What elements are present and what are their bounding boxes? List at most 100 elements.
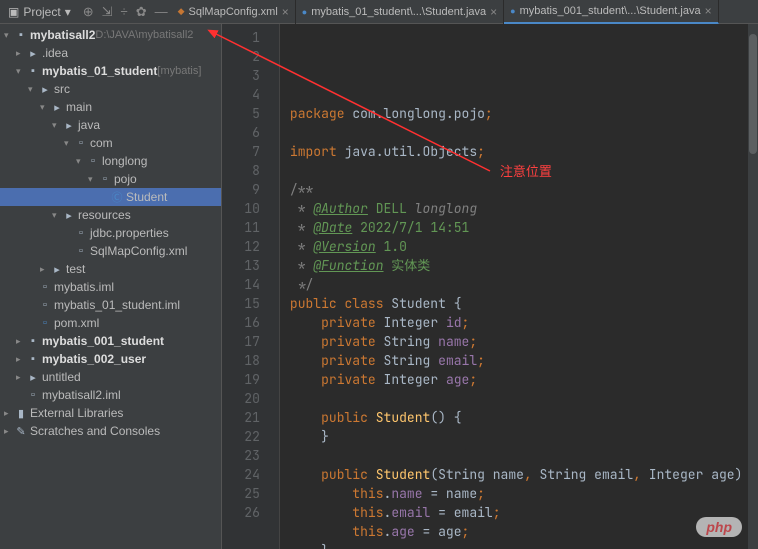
collapse-icon[interactable]: ÷ [121, 4, 128, 20]
project-icon: ▣ [8, 5, 19, 19]
tree-item[interactable]: ▾▫longlong [0, 152, 221, 170]
tree-label: java [78, 118, 100, 132]
module-icon: ▪ [26, 65, 40, 77]
code-line[interactable]: package com.longlong.pojo; [290, 104, 758, 123]
code-line[interactable]: /** [290, 180, 758, 199]
expand-icon[interactable]: ⇲ [102, 4, 113, 20]
chevron-icon[interactable]: ▾ [76, 156, 86, 167]
project-sidebar[interactable]: ▾▪mybatisall2 D:\JAVA\mybatisall2▸▸.idea… [0, 24, 222, 549]
folder-icon: ▸ [50, 263, 64, 276]
pkg-icon: ▫ [74, 137, 88, 149]
line-gutter: 1234567891011121314151617181920212223242… [222, 24, 268, 549]
tree-label: resources [78, 208, 131, 222]
chevron-icon[interactable]: ▾ [4, 30, 14, 41]
tree-item[interactable]: ▾▪mybatisall2 D:\JAVA\mybatisall2 [0, 26, 221, 44]
chevron-icon[interactable]: ▸ [4, 426, 14, 437]
tree-item[interactable]: ▫pom.xml [0, 314, 221, 332]
code-line[interactable]: this.email = email; [290, 503, 758, 522]
code-line[interactable]: * @Version 1.0 [290, 237, 758, 256]
code-line[interactable]: public Student(String name, String email… [290, 465, 758, 484]
tree-item[interactable]: ▫jdbc.properties [0, 224, 221, 242]
fold-gutter[interactable] [268, 24, 280, 549]
tree-item[interactable]: ▸▸.idea [0, 44, 221, 62]
code-line[interactable]: } [290, 541, 758, 549]
code-area[interactable]: 注意位置 package com.longlong.pojo; import j… [280, 24, 758, 549]
chevron-icon[interactable]: ▾ [28, 84, 38, 95]
pkg-icon: ▫ [98, 173, 112, 185]
code-line[interactable]: * @Function 实体类 [290, 256, 758, 275]
tree-item[interactable]: ▾▫com [0, 134, 221, 152]
main-area: ▾▪mybatisall2 D:\JAVA\mybatisall2▸▸.idea… [0, 24, 758, 549]
code-line[interactable]: */ [290, 275, 758, 294]
vertical-scrollbar[interactable] [748, 24, 758, 549]
tree-item[interactable]: ▸▮External Libraries [0, 404, 221, 422]
code-line[interactable]: } [290, 427, 758, 446]
tree-item[interactable]: ▫mybatisall2.iml [0, 386, 221, 404]
code-line[interactable]: public class Student { [290, 294, 758, 313]
tree-item[interactable]: ▸▪mybatis_002_user [0, 350, 221, 368]
tree-item[interactable]: ▾▸java [0, 116, 221, 134]
code-line[interactable]: private String email; [290, 351, 758, 370]
tab-label: SqlMapConfig.xml [189, 6, 278, 18]
code-line[interactable] [290, 389, 758, 408]
code-line[interactable]: private Integer id; [290, 313, 758, 332]
close-icon[interactable]: × [705, 4, 712, 18]
tree-item[interactable]: ▫mybatis.iml [0, 278, 221, 296]
chevron-icon[interactable]: ▸ [4, 408, 14, 419]
code-line[interactable]: import java.util.Objects; [290, 142, 758, 161]
code-line[interactable]: public Student() { [290, 408, 758, 427]
tree-item[interactable]: ▸▸untitled [0, 368, 221, 386]
tree-item[interactable]: ▫SqlMapConfig.xml [0, 242, 221, 260]
chevron-icon[interactable]: ▾ [64, 138, 74, 149]
chevron-icon[interactable]: ▾ [52, 120, 62, 131]
tree-item[interactable]: ▾▸resources [0, 206, 221, 224]
tree-item[interactable]: ⒸStudent [0, 188, 221, 206]
line-number: 25 [222, 484, 260, 503]
tree-item[interactable]: ▾▪mybatis_01_student [mybatis] [0, 62, 221, 80]
chevron-icon[interactable]: ▸ [16, 354, 26, 365]
annotation-text: 注意位置 [500, 162, 552, 181]
code-line[interactable] [290, 446, 758, 465]
chevron-icon[interactable]: ▾ [16, 66, 26, 77]
chevron-icon[interactable]: ▸ [16, 48, 26, 59]
chevron-icon[interactable]: ▸ [16, 372, 26, 383]
close-icon[interactable]: × [282, 5, 289, 19]
code-line[interactable]: * @Date 2022/7/1 14:51 [290, 218, 758, 237]
select-opened-icon[interactable]: ⊕ [83, 4, 94, 20]
tree-item[interactable]: ▸▪mybatis_001_student [0, 332, 221, 350]
project-dropdown[interactable]: ▣ Project ▾ [0, 5, 79, 19]
tree-item[interactable]: ▾▫pojo [0, 170, 221, 188]
chevron-icon[interactable]: ▾ [40, 102, 50, 113]
editor-tab[interactable]: ●mybatis_01_student\...\Student.java× [296, 0, 504, 24]
settings-icon[interactable]: ✿ [136, 4, 147, 20]
code-line[interactable]: private String name; [290, 332, 758, 351]
tree-label: External Libraries [30, 406, 123, 420]
code-line[interactable]: this.name = name; [290, 484, 758, 503]
code-line[interactable]: * @Author DELL longlong [290, 199, 758, 218]
tree-suffix: D:\JAVA\mybatisall2 [95, 29, 193, 41]
code-line[interactable]: this.age = age; [290, 522, 758, 541]
tree-item[interactable]: ▸▸test [0, 260, 221, 278]
chevron-icon[interactable]: ▸ [40, 264, 50, 275]
folder-icon: ▸ [62, 209, 76, 222]
scrollbar-thumb[interactable] [749, 34, 757, 154]
tree-item[interactable]: ▸✎Scratches and Consoles [0, 422, 221, 440]
chevron-icon[interactable]: ▾ [88, 174, 98, 185]
hide-icon[interactable]: — [155, 4, 168, 20]
tree-item[interactable]: ▾▸src [0, 80, 221, 98]
tree-item[interactable]: ▫mybatis_01_student.iml [0, 296, 221, 314]
editor-tab[interactable]: ◆SqlMapConfig.xml× [172, 0, 296, 24]
chevron-icon[interactable]: ▸ [16, 336, 26, 347]
chevron-icon[interactable]: ▾ [52, 210, 62, 221]
close-icon[interactable]: × [490, 5, 497, 19]
code-editor[interactable]: 1234567891011121314151617181920212223242… [222, 24, 758, 549]
tree-item[interactable]: ▾▸main [0, 98, 221, 116]
line-number: 14 [222, 275, 260, 294]
code-line[interactable]: private Integer age; [290, 370, 758, 389]
folder-icon: ▸ [38, 83, 52, 96]
tab-label: mybatis_01_student\...\Student.java [311, 6, 486, 18]
tree-label: pom.xml [54, 316, 99, 330]
tree-label: mybatis_002_user [42, 352, 146, 366]
editor-tab[interactable]: ●mybatis_001_student\...\Student.java× [504, 0, 718, 24]
code-line[interactable] [290, 123, 758, 142]
